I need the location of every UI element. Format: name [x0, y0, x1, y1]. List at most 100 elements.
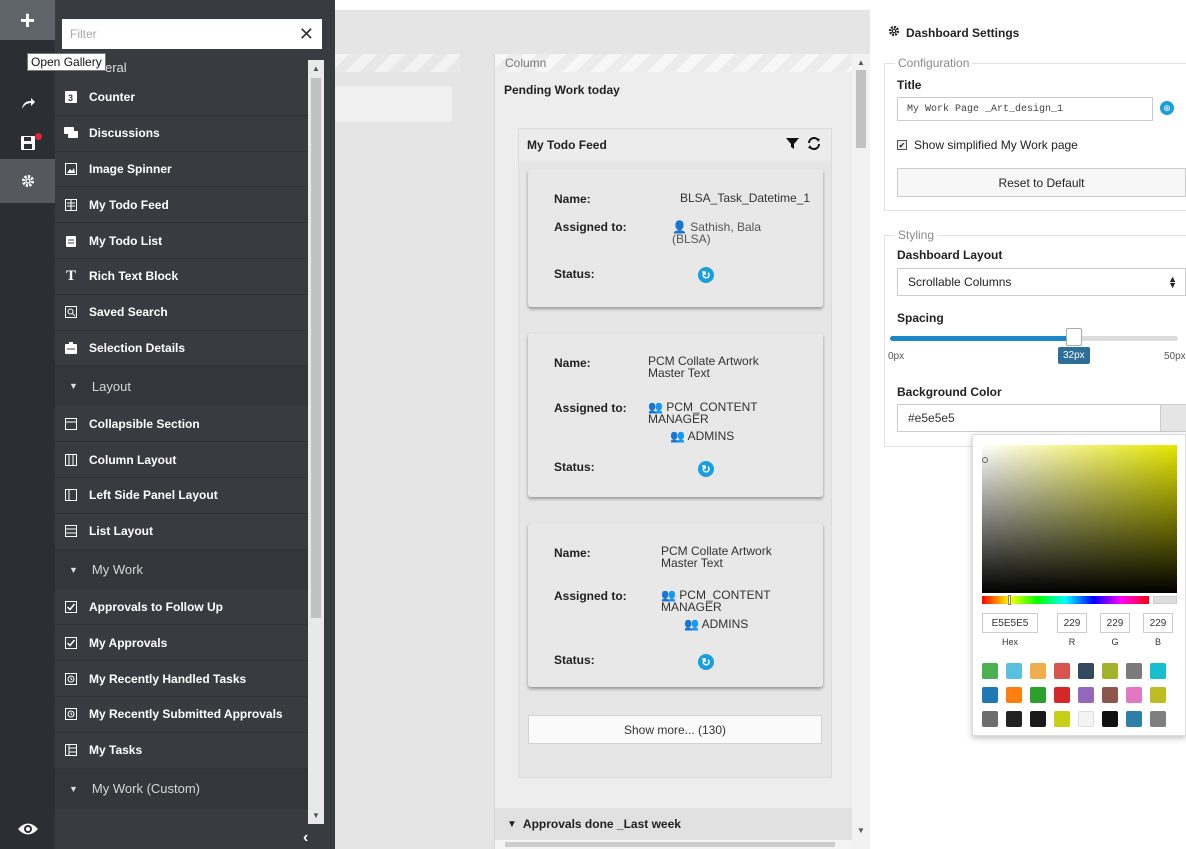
- color-swatch[interactable]: [982, 663, 998, 679]
- refresh-icon[interactable]: [807, 137, 821, 153]
- color-swatch[interactable]: [1078, 711, 1094, 727]
- gallery-item-approvals-to-follow-up[interactable]: Approvals to Follow Up: [55, 590, 308, 626]
- category-label: My Work: [91, 562, 143, 578]
- horizontal-scrollbar[interactable]: [495, 840, 853, 849]
- todo-card[interactable]: Name: PCM Collate Artwork Master Text As…: [528, 333, 823, 497]
- category-general[interactable]: eral: [105, 60, 127, 75]
- hue-slider-handle[interactable]: [1008, 595, 1011, 605]
- plus-icon[interactable]: +: [0, 0, 55, 40]
- close-icon[interactable]: ✕: [299, 25, 314, 43]
- scroll-down-icon[interactable]: ▼: [312, 811, 320, 820]
- eye-icon[interactable]: [0, 810, 55, 848]
- color-swatch[interactable]: [1126, 687, 1142, 703]
- color-swatch[interactable]: [1006, 711, 1022, 727]
- color-picker-cursor[interactable]: [982, 457, 988, 463]
- gallery-item-column-layout[interactable]: Column Layout: [55, 442, 308, 478]
- color-swatch[interactable]: [982, 711, 998, 727]
- simplified-checkbox[interactable]: ✔: [897, 140, 907, 150]
- show-more-button[interactable]: Show more... (130): [528, 715, 822, 744]
- gallery-item-label: Image Spinner: [89, 161, 172, 176]
- todo-feed-title: My Todo Feed: [527, 138, 607, 152]
- r-field[interactable]: 229: [1057, 613, 1087, 633]
- b-label: B: [1154, 637, 1161, 647]
- background-color-input[interactable]: #e5e5e5: [897, 404, 1186, 432]
- color-swatch[interactable]: [1006, 687, 1022, 703]
- gallery-item-collapsible-section[interactable]: Collapsible Section: [55, 406, 308, 443]
- color-swatch[interactable]: [1006, 663, 1022, 679]
- color-swatch[interactable]: [1102, 711, 1118, 727]
- color-swatch[interactable]: [1150, 663, 1166, 679]
- canvas-scrollbar[interactable]: ▲ ▼: [852, 54, 870, 849]
- gallery-item-selection-details[interactable]: Selection Details: [55, 331, 308, 367]
- collapse-gallery-icon[interactable]: ‹: [303, 829, 308, 847]
- scroll-down-icon[interactable]: ▼: [857, 826, 865, 835]
- todo-card[interactable]: Name: PCM Collate Artwork Master Text As…: [528, 523, 823, 687]
- gallery-item-my-tasks[interactable]: My Tasks: [55, 733, 308, 769]
- task-name[interactable]: PCM Collate Artwork Master Text: [648, 355, 788, 379]
- color-swatch[interactable]: [1054, 687, 1070, 703]
- gear-icon[interactable]: [0, 159, 55, 203]
- globe-icon[interactable]: ⊕: [1160, 101, 1174, 115]
- color-swatch[interactable]: [1030, 711, 1046, 727]
- gallery-item-my-todo-list[interactable]: My Todo List: [55, 223, 308, 259]
- filter-icon[interactable]: [786, 137, 799, 153]
- approvals-section-header[interactable]: ▼ Approvals done _Last week: [495, 808, 853, 840]
- reset-to-default-button[interactable]: Reset to Default: [897, 168, 1186, 197]
- gallery-item-rich-text-block[interactable]: T Rich Text Block: [55, 259, 308, 295]
- redo-icon[interactable]: [0, 84, 55, 122]
- gallery-item-my-recently-submitted-approvals[interactable]: My Recently Submitted Approvals: [55, 697, 308, 733]
- task-name[interactable]: BLSA_Task_Datetime_1: [680, 192, 810, 204]
- g-field[interactable]: 229: [1100, 613, 1130, 633]
- dashboard-layout-select[interactable]: Scrollable Columns ▲ ▼: [897, 268, 1186, 296]
- category-label: Layout: [91, 378, 131, 394]
- color-swatch[interactable]: [982, 687, 998, 703]
- slider-handle[interactable]: [1066, 328, 1082, 346]
- b-field[interactable]: 229: [1143, 613, 1173, 633]
- gallery-item-counter[interactable]: 3 Counter: [55, 80, 308, 116]
- gallery-item-my-approvals[interactable]: My Approvals: [55, 625, 308, 662]
- color-swatch[interactable]: [1030, 687, 1046, 703]
- color-swatch[interactable]: [1078, 663, 1094, 679]
- column-header[interactable]: Column: [495, 54, 852, 72]
- todo-card[interactable]: Name: BLSA_Task_Datetime_1 Assigned to: …: [528, 169, 823, 307]
- scroll-up-icon[interactable]: ▲: [312, 64, 320, 73]
- saturation-value-area[interactable]: [982, 445, 1177, 593]
- category-layout[interactable]: ▼ Layout: [55, 366, 308, 407]
- gallery-item-saved-search[interactable]: Saved Search: [55, 295, 308, 331]
- color-swatch[interactable]: [1054, 663, 1070, 679]
- color-swatch[interactable]: [1150, 711, 1166, 727]
- scrollbar-thumb[interactable]: [856, 70, 866, 148]
- gallery-item-left-side-panel-layout[interactable]: Left Side Panel Layout: [55, 478, 308, 514]
- scrollbar-thumb[interactable]: [311, 78, 321, 618]
- assignee-group: 👥 ADMINS: [670, 430, 734, 442]
- color-swatch[interactable]: [1030, 663, 1046, 679]
- color-swatch[interactable]: [1126, 711, 1142, 727]
- alpha-slider[interactable]: [1153, 596, 1177, 604]
- task-name[interactable]: PCM Collate Artwork Master Text: [661, 545, 801, 569]
- spacing-slider[interactable]: [890, 328, 1178, 346]
- gallery-item-discussions[interactable]: Discussions: [55, 116, 308, 152]
- gallery-item-my-recently-handled-tasks[interactable]: My Recently Handled Tasks: [55, 661, 308, 697]
- gallery-item-my-todo-feed[interactable]: My Todo Feed: [55, 187, 308, 224]
- gallery-item-label: Saved Search: [89, 305, 168, 320]
- color-swatch[interactable]: [1126, 663, 1142, 679]
- scroll-up-icon[interactable]: ▲: [857, 58, 865, 67]
- hex-field[interactable]: E5E5E5: [982, 613, 1038, 633]
- color-swatch[interactable]: [1102, 663, 1118, 679]
- layout-selected-value: Scrollable Columns: [908, 275, 1012, 289]
- gallery-scrollbar[interactable]: ▲ ▼: [308, 60, 324, 824]
- color-swatch[interactable]: [1102, 687, 1118, 703]
- gallery-item-image-spinner[interactable]: Image Spinner: [55, 152, 308, 188]
- category-my-work[interactable]: ▼ My Work: [55, 549, 308, 590]
- filter-input[interactable]: [70, 27, 299, 41]
- background-color-swatch[interactable]: [1160, 405, 1186, 431]
- color-swatch[interactable]: [1078, 687, 1094, 703]
- color-swatch[interactable]: [1150, 687, 1166, 703]
- gallery-item-list-layout[interactable]: List Layout: [55, 514, 308, 550]
- title-input[interactable]: My Work Page _Art_design_1: [897, 97, 1153, 121]
- color-swatch[interactable]: [1054, 711, 1070, 727]
- category-my-work-custom[interactable]: ▼ My Work (Custom): [55, 768, 308, 809]
- simplified-option[interactable]: ✔ Show simplified My Work page: [897, 138, 1078, 152]
- scrollbar-thumb[interactable]: [505, 842, 835, 847]
- save-icon[interactable]: [0, 124, 55, 162]
